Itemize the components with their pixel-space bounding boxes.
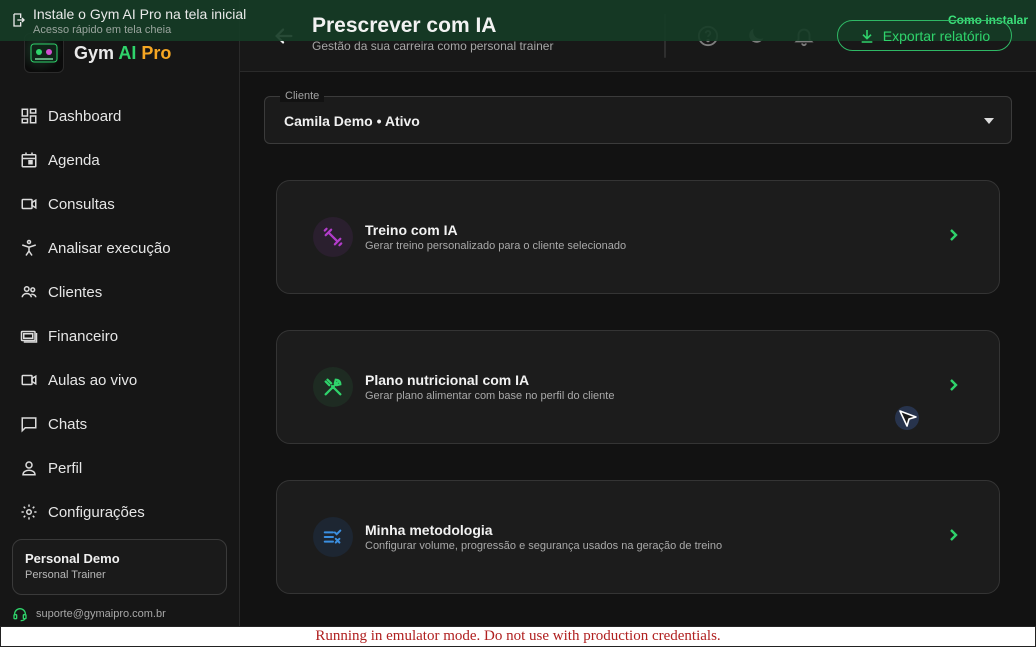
card-description: Gerar plano alimentar com base no perfil…	[365, 390, 615, 402]
sidebar-item-configuracoes[interactable]: Configurações	[0, 490, 239, 534]
chevron-right-icon	[950, 529, 958, 541]
sidebar-item-agenda[interactable]: Agenda	[0, 138, 239, 182]
sidebar-nav: Dashboard Agenda Consultas Analisar exec…	[0, 94, 239, 534]
mouse-cursor-icon	[895, 406, 919, 430]
card-icon-bg	[313, 367, 353, 407]
calendar-icon	[21, 152, 37, 168]
people-icon	[21, 286, 37, 298]
install-app-icon	[13, 13, 25, 27]
rule-list-icon	[323, 529, 342, 544]
person-icon	[22, 461, 36, 476]
gear-icon	[21, 504, 37, 520]
support-email: suporte@gymaipro.com.br	[36, 608, 166, 620]
card-title: Treino com IA	[365, 222, 458, 238]
chevron-right-icon	[950, 229, 958, 241]
sidebar-item-label: Clientes	[48, 283, 103, 301]
export-label: Exportar relatório	[882, 27, 991, 44]
sidebar-item-label: Dashboard	[48, 107, 122, 125]
client-select-label: Cliente	[280, 90, 325, 102]
card-treino-com-ia[interactable]: Treino com IA Gerar treino personalizado…	[276, 180, 1000, 294]
gymnast-icon	[22, 239, 36, 256]
sidebar-item-analisar-execucao[interactable]: Analisar execução	[0, 226, 239, 270]
sidebar-item-label: Financeiro	[48, 327, 119, 345]
card-title: Plano nutricional com IA	[365, 372, 530, 388]
dumbbell-icon	[323, 227, 343, 247]
card-plano-nutricional[interactable]: Plano nutricional com IA Gerar plano ali…	[276, 330, 1000, 444]
live-video-icon	[21, 374, 37, 386]
sidebar-item-dashboard[interactable]: Dashboard	[0, 94, 239, 138]
download-icon	[861, 29, 873, 43]
export-report-button[interactable]: Exportar relatório	[837, 20, 1012, 51]
sidebar-item-label: Analisar execução	[48, 239, 171, 257]
card-icon-bg	[313, 517, 353, 557]
client-select[interactable]: Cliente Camila Demo • Ativo	[264, 90, 1012, 144]
emulator-notice: Running in emulator mode. Do not use wit…	[315, 628, 721, 644]
client-select-value: Camila Demo • Ativo	[284, 113, 420, 129]
video-icon	[21, 198, 37, 210]
card-description: Configurar volume, progressão e seguranç…	[365, 540, 723, 552]
sidebar: Gym AI Pro Dashboard Agenda Consultas An…	[0, 0, 240, 626]
dashboard-icon	[21, 108, 37, 124]
utensils-icon	[324, 378, 342, 396]
page-title: Prescrever com IA	[312, 14, 497, 37]
user-name: Personal Demo	[25, 551, 120, 566]
sidebar-item-label: Perfil	[48, 459, 83, 477]
install-banner-title: Instale o Gym AI Pro na tela inicial	[33, 6, 247, 22]
emulator-notice-bar: Running in emulator mode. Do not use wit…	[0, 626, 1036, 647]
brand-name: Gym AI Pro	[74, 42, 172, 63]
sidebar-item-clientes[interactable]: Clientes	[0, 270, 239, 314]
card-title: Minha metodologia	[365, 522, 493, 538]
card-icon-bg	[313, 217, 353, 257]
page-subtitle: Gestão da sua carreira como personal tra…	[312, 39, 554, 53]
user-role: Personal Trainer	[25, 569, 106, 581]
sidebar-item-label: Agenda	[48, 151, 100, 169]
sidebar-item-chats[interactable]: Chats	[0, 402, 239, 446]
sidebar-item-consultas[interactable]: Consultas	[0, 182, 239, 226]
user-card[interactable]: Personal Demo Personal Trainer	[12, 539, 227, 595]
chevron-right-icon	[950, 379, 958, 391]
install-banner-subtitle: Acesso rápido em tela cheia	[33, 24, 172, 36]
dropdown-caret-icon	[984, 118, 994, 124]
sidebar-item-financeiro[interactable]: Financeiro	[0, 314, 239, 358]
chat-icon	[21, 417, 37, 433]
sidebar-item-label: Configurações	[48, 503, 145, 521]
sidebar-item-aulas-ao-vivo[interactable]: Aulas ao vivo	[0, 358, 239, 402]
card-minha-metodologia[interactable]: Minha metodologia Configurar volume, pro…	[276, 480, 1000, 594]
card-description: Gerar treino personalizado para o client…	[365, 240, 627, 252]
sidebar-item-label: Chats	[48, 415, 88, 433]
headset-icon	[13, 608, 27, 622]
sidebar-item-label: Aulas ao vivo	[48, 371, 138, 389]
support-link[interactable]: suporte@gymaipro.com.br	[12, 606, 166, 622]
money-icon	[20, 330, 38, 343]
sidebar-item-label: Consultas	[48, 195, 115, 213]
sidebar-item-perfil[interactable]: Perfil	[0, 446, 239, 490]
